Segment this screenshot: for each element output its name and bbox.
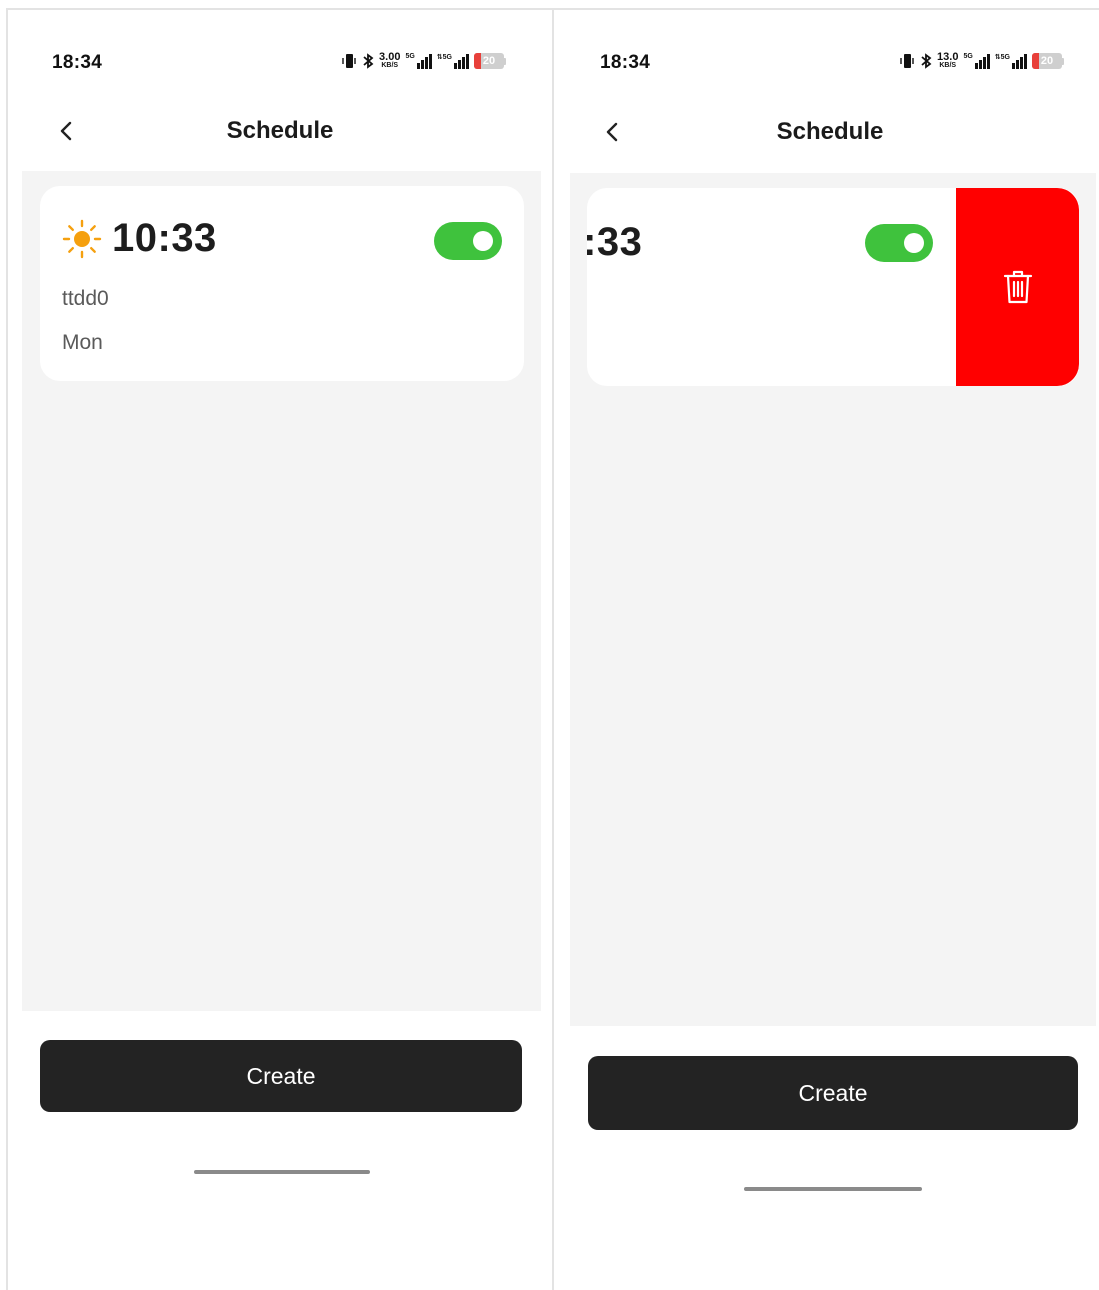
battery-icon: 20 [474, 53, 506, 69]
status-icons: 3.00 KB/S 5G ⇅5G 20 [341, 51, 506, 70]
page-title: Schedule [226, 117, 334, 144]
schedule-time-row: :33 [587, 220, 642, 265]
schedule-time: 10:33 [112, 216, 217, 260]
vibrate-icon [900, 54, 914, 68]
schedule-toggle[interactable] [865, 224, 933, 262]
schedule-name: ttdd0 [62, 287, 109, 310]
schedule-time-row: 10:33 [62, 216, 217, 261]
toggle-knob [473, 231, 493, 251]
signal-sim1-icon: 5G [963, 53, 990, 69]
signal-sim1-icon: 5G [405, 53, 432, 69]
schedule-list: :33 [570, 173, 1096, 1026]
phone-screen-default: 18:34 3.00 KB/S 5G ⇅5G 20 Schedule 10:33… [6, 10, 554, 1290]
trash-icon [1003, 270, 1032, 304]
status-time: 18:34 [52, 52, 103, 73]
home-indicator [744, 1187, 922, 1191]
network-speed: 3.00 KB/S [379, 51, 401, 70]
battery-icon: 20 [1032, 53, 1064, 69]
top-bar: Schedule [8, 101, 552, 161]
top-bar: Schedule [555, 102, 1099, 162]
bluetooth-icon [363, 53, 374, 69]
phone-screen-swiped: 18:34 13.0 KB/S 5G ⇅5G 20 Schedule:33 C… [555, 10, 1099, 1290]
schedule-card[interactable]: 10:33 ttdd0 Mon [40, 186, 524, 381]
toggle-knob [904, 233, 924, 253]
status-icons: 13.0 KB/S 5G ⇅5G 20 [899, 51, 1064, 70]
schedule-toggle[interactable] [434, 222, 502, 260]
status-time: 18:34 [600, 52, 651, 73]
vibrate-icon [342, 54, 356, 68]
home-indicator [194, 1170, 370, 1174]
network-speed: 13.0 KB/S [937, 51, 959, 70]
status-bar: 18:34 3.00 KB/S 5G ⇅5G 20 [8, 52, 552, 80]
status-bar: 18:34 13.0 KB/S 5G ⇅5G 20 [555, 52, 1099, 80]
delete-button[interactable] [956, 188, 1079, 386]
schedule-list: 10:33 ttdd0 Mon [22, 171, 541, 1011]
bluetooth-icon [921, 53, 932, 69]
signal-sim2-icon: ⇅5G [995, 53, 1027, 69]
signal-sim2-icon: ⇅5G [437, 53, 469, 69]
schedule-card-swiped[interactable]: :33 [587, 188, 1079, 386]
create-button[interactable]: Create [588, 1056, 1078, 1130]
sun-icon [62, 219, 102, 258]
page-title: Schedule [776, 118, 884, 145]
schedule-time: :33 [587, 220, 643, 264]
schedule-days: Mon [62, 331, 103, 354]
create-button[interactable]: Create [40, 1040, 522, 1112]
